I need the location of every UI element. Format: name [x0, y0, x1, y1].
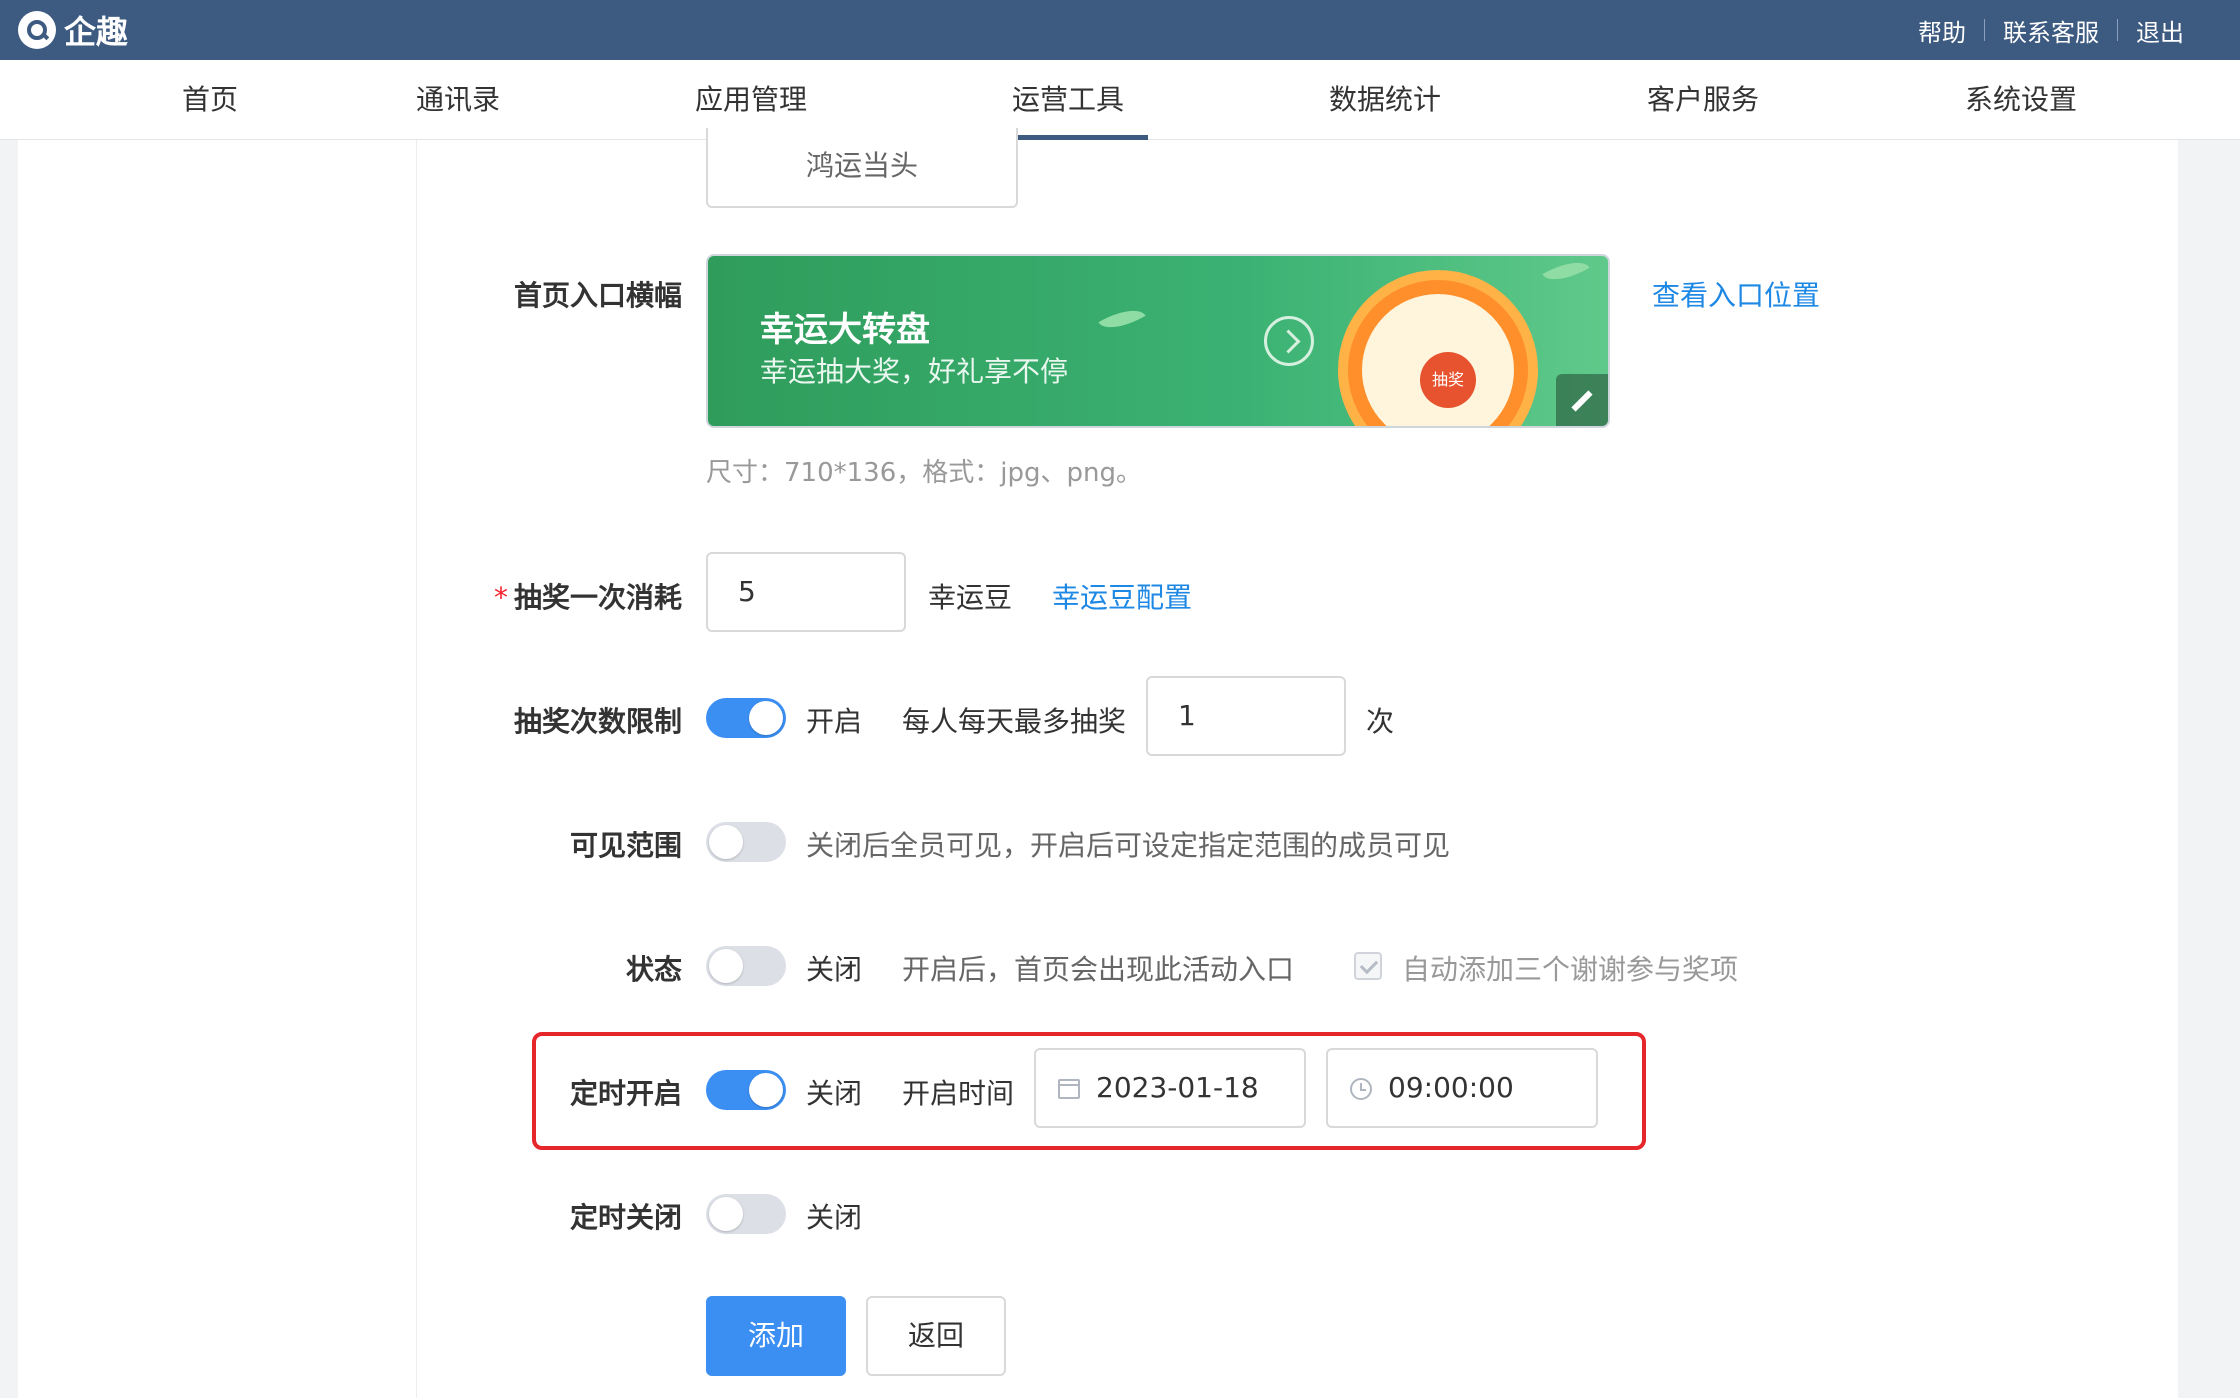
back-button[interactable]: 返回: [866, 1296, 1006, 1376]
app-name: 企趣: [64, 13, 129, 51]
visibility-desc: 关闭后全员可见，开启后可设定指定范围的成员可见: [806, 829, 1451, 862]
logout-link[interactable]: 退出: [2136, 13, 2184, 48]
open-time-picker[interactable]: 09:00:00: [1326, 1048, 1598, 1128]
auto-add-thanks-checkbox[interactable]: [1354, 952, 1382, 980]
open-time-label: 开启时间: [902, 1077, 1015, 1110]
divider: [1984, 19, 1985, 41]
required-mark: *: [493, 581, 508, 614]
lucky-bean-config-link[interactable]: 幸运豆配置: [1052, 576, 1192, 616]
leaf-decoration: [1098, 300, 1146, 338]
logo-icon: [18, 11, 56, 49]
app-logo[interactable]: 企趣: [18, 9, 128, 51]
nav-item-contacts[interactable]: 通讯录: [412, 60, 504, 140]
cost-unit: 幸运豆: [928, 581, 1013, 614]
arrow-right-icon: [1264, 316, 1314, 366]
timed-open-toggle[interactable]: [706, 1070, 786, 1110]
lucky-wheel-graphic: 抽奖: [1338, 270, 1538, 426]
leaf-decoration: [1542, 256, 1590, 290]
banner-title: 幸运大转盘: [760, 310, 930, 350]
main-nav: 首页 通讯录 应用管理 运营工具 数据统计 客户服务 系统设置: [0, 60, 2240, 140]
activity-title-input[interactable]: 鸿运当头: [706, 128, 1018, 208]
per-day-limit-input[interactable]: 1: [1146, 676, 1346, 756]
status-state: 关闭: [806, 953, 863, 986]
status-label: 状态: [625, 953, 682, 986]
top-links: 帮助 联系客服 退出: [1918, 0, 2184, 60]
nav-item-data-statistics[interactable]: 数据统计: [1322, 60, 1448, 140]
open-date-picker[interactable]: 2023-01-18: [1034, 1048, 1306, 1128]
auto-add-thanks-label: 自动添加三个谢谢参与奖项: [1402, 953, 1739, 986]
cost-input[interactable]: 5: [706, 552, 906, 632]
left-sidebar: [18, 140, 416, 1398]
banner-image[interactable]: 幸运大转盘 幸运抽大奖，好礼享不停 抽奖: [706, 254, 1610, 428]
timed-close-toggle[interactable]: [706, 1194, 786, 1234]
contact-support-link[interactable]: 联系客服: [2003, 13, 2099, 48]
nav-item-system-settings[interactable]: 系统设置: [1958, 60, 2084, 140]
view-entry-position-link[interactable]: 查看入口位置: [1652, 274, 1820, 314]
cost-label: * 抽奖一次消耗: [493, 581, 682, 614]
banner-label: 首页入口横幅: [513, 279, 682, 312]
nav-item-customer-service[interactable]: 客户服务: [1640, 60, 1766, 140]
timed-open-label: 定时开启: [569, 1077, 682, 1110]
status-desc: 开启后，首页会出现此活动入口: [902, 953, 1295, 986]
per-day-unit: 次: [1366, 705, 1395, 738]
draw-limit-label: 抽奖次数限制: [513, 705, 682, 738]
timed-close-state: 关闭: [806, 1201, 863, 1234]
calendar-icon: [1058, 1079, 1080, 1099]
clock-icon: [1350, 1078, 1372, 1100]
edit-icon[interactable]: [1556, 374, 1608, 426]
nav-item-home[interactable]: 首页: [170, 60, 250, 140]
visibility-toggle[interactable]: [706, 822, 786, 862]
per-day-label: 每人每天最多抽奖: [902, 705, 1127, 738]
help-link[interactable]: 帮助: [1918, 13, 1966, 48]
timed-close-label: 定时关闭: [569, 1201, 682, 1234]
top-bar: 企趣 帮助 联系客服 退出: [0, 0, 2240, 60]
visibility-label: 可见范围: [569, 829, 682, 862]
open-time-value: 09:00:00: [1388, 1071, 1514, 1104]
banner-subtitle: 幸运抽大奖，好礼享不停: [760, 355, 1069, 388]
draw-limit-toggle[interactable]: [706, 698, 786, 738]
divider: [2117, 19, 2118, 41]
add-button[interactable]: 添加: [706, 1296, 846, 1376]
status-toggle[interactable]: [706, 946, 786, 986]
banner-size-hint: 尺寸：710*136，格式：jpg、png。: [706, 458, 1142, 488]
draw-limit-state: 开启: [806, 705, 863, 738]
timed-open-state: 关闭: [806, 1077, 863, 1110]
open-date-value: 2023-01-18: [1096, 1071, 1259, 1104]
wheel-center-label: 抽奖: [1420, 352, 1476, 408]
